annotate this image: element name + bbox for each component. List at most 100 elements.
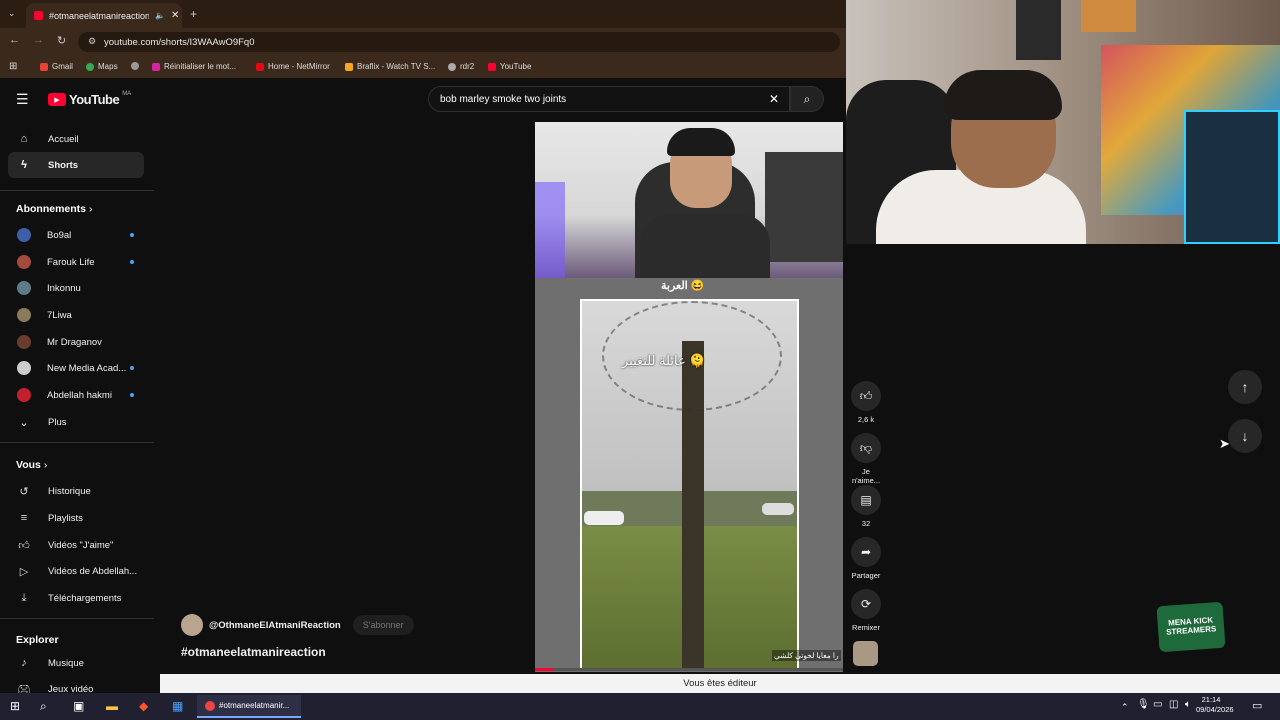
reload-icon[interactable]: ↻	[57, 34, 66, 47]
taskbar-active-app[interactable]: #otmaneelatmanir...	[197, 695, 301, 718]
sidebar-item-label: Abdellah hakmi	[47, 389, 112, 401]
embedded-clip: عائلة للتغيير 🫠	[580, 299, 799, 670]
bookmark-instagram[interactable]: Réinitialiser le mot...	[152, 62, 236, 71]
progress-track[interactable]	[535, 668, 843, 671]
file-explorer-icon[interactable]: ▬	[106, 699, 118, 713]
sidebar-item-music[interactable]: ♪ Musique	[8, 650, 144, 676]
bookmark-netmirror[interactable]: Home - NetMirror	[256, 62, 330, 71]
sound-thumbnail[interactable]	[853, 641, 878, 666]
bookmark-label: Gmail	[52, 62, 73, 71]
sidebar-item-history[interactable]: ↺ Historique	[8, 478, 144, 504]
notifications-icon[interactable]: ▭	[1252, 699, 1262, 712]
channel-avatar[interactable]	[181, 614, 203, 636]
share-button[interactable]: ➦ Partager	[850, 537, 882, 580]
site-info-icon[interactable]: ⚙	[88, 36, 96, 47]
sidebar-item-label: Mr Draganov	[47, 336, 102, 348]
like-button[interactable]: 👍︎ 2,6 k	[850, 381, 882, 424]
sidebar-item-downloads[interactable]: ⤓ Téléchargements	[8, 585, 144, 611]
sidebar-item-label: Historique	[48, 485, 91, 497]
playlist-icon: ≡	[20, 512, 28, 524]
windows-start-icon[interactable]: ⊞	[10, 699, 20, 713]
tray-chevron-icon[interactable]: ⌃	[1121, 702, 1129, 713]
sidebar-item-subscription[interactable]: New Media Acad...	[8, 355, 144, 381]
like-icon: 👍︎	[18, 539, 30, 552]
bookmark-gmail[interactable]: Gmail	[40, 62, 73, 71]
remix-icon: ⟳	[851, 589, 881, 619]
clock[interactable]: 21:14 09/04/2026	[1196, 695, 1234, 715]
sidebar-item-subscription[interactable]: Inkonnu	[8, 275, 144, 301]
store-icon[interactable]: ▦	[172, 699, 183, 713]
search-button[interactable]: ⌕	[790, 86, 824, 112]
tab-close-icon[interactable]: ✕	[171, 10, 179, 21]
sidebar-item-liked-videos[interactable]: 👍︎ Vidéos "J'aime"	[8, 532, 144, 558]
stream-logo: MENA KICK STREAMERS	[1156, 601, 1226, 653]
menu-icon[interactable]: ☰	[16, 91, 29, 108]
previous-short-button[interactable]: ↑	[1228, 370, 1262, 404]
home-icon: ⌂	[20, 133, 28, 145]
brave-browser-icon[interactable]: ◆	[139, 699, 148, 713]
bookmark-maps[interactable]: Maps	[86, 62, 118, 71]
browser-tab[interactable]: #otmaneelatmanireaction 🔈 ✕	[26, 3, 182, 28]
search-icon[interactable]: ⌕	[40, 699, 47, 714]
avatar	[17, 228, 31, 242]
back-icon[interactable]: ←	[9, 34, 20, 46]
microphone-icon[interactable]: 🎙︎	[1137, 699, 1150, 710]
sidebar-item-subscription[interactable]: 7Liwa	[8, 302, 144, 328]
sidebar-item-label: Inkonnu	[47, 282, 81, 294]
dislike-button[interactable]: 👎︎ Je n'aime...	[850, 433, 882, 485]
sidebar-item-label: Accueil	[48, 133, 79, 145]
tab-search-icon[interactable]: ⌄	[8, 8, 16, 19]
sidebar-item-playlists[interactable]: ≡ Playlists	[8, 505, 144, 531]
history-icon: ↺	[19, 485, 29, 498]
display-icon[interactable]: ▭	[1153, 699, 1162, 710]
sidebar-item-label: Vidéos "J'aime"	[48, 539, 114, 551]
apps-grid-icon[interactable]: ⊞	[9, 61, 17, 72]
sidebar-item-your-videos[interactable]: ▷ Vidéos de Abdellah...	[8, 558, 144, 584]
sidebar-item-label: Vidéos de Abdellah...	[48, 565, 138, 577]
comments-button[interactable]: ▤ 32	[850, 485, 882, 528]
braflix-icon	[345, 62, 353, 71]
sidebar-item-subscription[interactable]: Farouk Life	[8, 249, 144, 275]
channel-name[interactable]: @OthmaneElAtmaniReaction	[209, 620, 341, 631]
poster	[1016, 0, 1061, 60]
next-short-button[interactable]: ↓	[1228, 419, 1262, 453]
subscriptions-header[interactable]: Abonnements ›	[16, 203, 92, 215]
video-icon: ▷	[19, 565, 29, 578]
avatar	[17, 335, 31, 349]
youtube-favicon-icon	[34, 11, 43, 20]
bookmark-globe[interactable]	[131, 62, 139, 70]
sidebar-item-shorts[interactable]: ϟ Shorts	[8, 152, 144, 178]
share-label: Partager	[851, 571, 881, 580]
globe-icon	[131, 62, 139, 70]
you-header[interactable]: Vous ›	[16, 459, 47, 471]
purple-light	[535, 182, 565, 278]
beanie	[667, 128, 735, 156]
sidebar-item-subscription[interactable]: Mr Draganov	[8, 329, 144, 355]
network-icon[interactable]: ◫	[1169, 699, 1178, 710]
speaker-icon[interactable]: 🔈	[155, 11, 165, 20]
task-view-icon[interactable]: ▣	[73, 699, 84, 713]
avatar	[17, 388, 31, 402]
url-field[interactable]: ⚙ youtube.com/shorts/I3WAAwO9Fq0	[78, 32, 840, 52]
video-caption-bottom: را معايا لخوتي كلشي	[772, 650, 841, 661]
sidebar-item-subscription[interactable]: Abdellah hakmi	[8, 382, 144, 408]
sidebar-item-subscription[interactable]: Bo9al	[8, 222, 144, 248]
sidebar-item-home[interactable]: ⌂ Accueil	[8, 126, 144, 152]
new-tab-button[interactable]: +	[190, 7, 197, 21]
search-input[interactable]: bob marley smoke two joints ✕	[428, 86, 790, 112]
sidebar-item-label: Musique	[48, 657, 84, 669]
sidebar-item-label: Bo9al	[47, 229, 72, 241]
sidebar-item-more[interactable]: ⌄ Plus	[8, 409, 144, 435]
volume-icon[interactable]: 🔈︎	[1185, 699, 1191, 710]
sidebar-item-label: Farouk Life	[47, 256, 95, 268]
bookmark-braflix[interactable]: Braflix - Watch TV S...	[345, 62, 435, 71]
remix-button[interactable]: ⟳ Remixer	[850, 589, 882, 632]
subscribe-button[interactable]: S'abonner	[352, 615, 414, 635]
forward-icon[interactable]: →	[33, 34, 44, 46]
active-app-title: #otmaneelatmanir...	[219, 701, 290, 710]
bookmark-rdr2[interactable]: rdr2	[448, 62, 474, 71]
youtube-logo[interactable]: ▶ YouTube MA	[48, 91, 131, 107]
clear-search-icon[interactable]: ✕	[769, 92, 779, 106]
bookmark-youtube[interactable]: YouTube	[488, 62, 531, 71]
new-content-dot	[130, 366, 134, 370]
